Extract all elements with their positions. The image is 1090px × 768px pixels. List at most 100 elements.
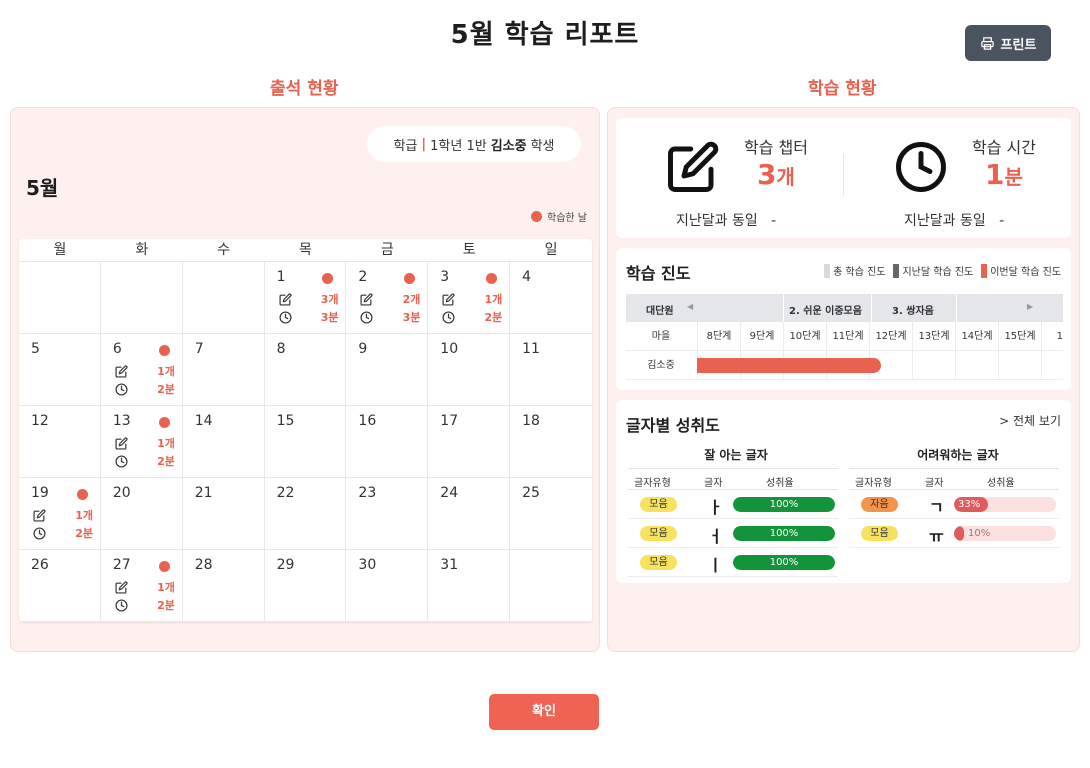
attendance-panel: 학급 | 1학년 1반 김소중 학생 5월 학습한 날 월 화 수 목 금 토 일 1 3개 3… [10, 107, 600, 652]
calendar-day[interactable]: 10 [428, 334, 511, 406]
this-month-progress-bar [697, 358, 881, 373]
rate-label: 33% [958, 499, 981, 510]
calendar-day[interactable]: 18 [510, 406, 592, 478]
group-label-1: 2. 쉬운 이중모음 [789, 306, 862, 317]
calendar-day[interactable]: 12 [19, 406, 101, 478]
calendar-day[interactable]: 22 [264, 478, 347, 550]
calendar-day[interactable]: 15 [264, 406, 347, 478]
stage-column-label: 12단계 [869, 322, 912, 351]
chapter-value: 3개 [726, 158, 826, 191]
group-label-2: 3. 쌍자음 [892, 306, 934, 317]
day-time-value: 3분 [320, 311, 339, 324]
day-time: 2분 [115, 597, 175, 613]
day-chapters: 3개 [279, 291, 339, 307]
day-time: 2분 [115, 453, 175, 469]
class-value: 1학년 1반 [430, 138, 487, 154]
time-delta: - [999, 213, 1005, 229]
calendar-day[interactable]: 30 [346, 550, 429, 622]
calendar-weekdays: 월화수목금토일 [19, 239, 592, 262]
day-number: 6 [112, 341, 122, 357]
rate-label: 100% [769, 499, 799, 510]
scroll-right-icon[interactable]: ▶ [1027, 302, 1033, 311]
glyph-type-badge: 자음 [861, 497, 898, 512]
edit-icon [33, 508, 46, 522]
stage-column-label: 14단계 [955, 322, 998, 351]
known-table-header: 글자유형 글자 성취율 [628, 468, 838, 490]
day-number: 29 [276, 557, 295, 573]
header-separator [956, 294, 957, 322]
day-number: 30 [358, 557, 377, 573]
edit-icon [360, 292, 373, 306]
day-number: 14 [194, 413, 213, 429]
calendar-day[interactable]: 27 1개 2분 [100, 550, 183, 622]
page-title: 5월 학습 리포트 [450, 20, 640, 50]
glyph-row: 모음 ㅠ 10% [849, 519, 1059, 548]
calendar-day[interactable]: 5 [19, 334, 101, 406]
legend-this: 이번달 학습 진도 [981, 263, 1061, 278]
calendar-day[interactable]: 4 [510, 262, 592, 334]
rate-label: 100% [769, 557, 799, 568]
calendar-day[interactable]: 24 [428, 478, 511, 550]
stats-divider [843, 154, 844, 196]
calendar-day[interactable]: 8 [264, 334, 347, 406]
glyph-char: ㅠ [929, 527, 944, 546]
calendar-day[interactable]: 29 [264, 550, 347, 622]
col-rate: 성취율 [766, 478, 794, 489]
calendar-day[interactable]: 25 [510, 478, 592, 550]
stage-column-label: 10단계 [783, 322, 826, 351]
day-number: 8 [276, 341, 286, 357]
legend-this-swatch [981, 263, 988, 278]
edit-icon [115, 364, 128, 378]
day-number: 23 [358, 485, 377, 501]
confirm-button[interactable]: 확인 [489, 694, 599, 730]
calendar-day[interactable]: 13 1개 2분 [100, 406, 183, 478]
student-name: 김소중 [490, 138, 527, 154]
time-label: 학습 시간 [972, 138, 1036, 157]
weekday-label: 목 [299, 242, 312, 258]
view-all-link[interactable]: > 전체 보기 [999, 412, 1061, 429]
day-time-value: 3분 [402, 311, 421, 324]
calendar-day[interactable]: 20 [100, 478, 183, 550]
print-button[interactable]: 프린트 [965, 25, 1051, 61]
calendar-day [510, 550, 592, 622]
calendar-day[interactable]: 2 2개 3분 [346, 262, 429, 334]
legend-last-label: 지난달 학습 진도 [902, 267, 974, 278]
month-label: 5월 [26, 176, 59, 200]
calendar-day[interactable]: 14 [182, 406, 265, 478]
calendar-day[interactable]: 9 [346, 334, 429, 406]
calendar-day[interactable]: 3 1개 2분 [428, 262, 511, 334]
chapter-compare: 지난달과 동일 - [676, 210, 776, 230]
calendar-day[interactable]: 28 [182, 550, 265, 622]
divider: | [421, 136, 427, 152]
calendar-day[interactable]: 17 [428, 406, 511, 478]
learning-section-title: 학습 현황 [808, 79, 877, 99]
glyph-row: 모음 ㅓ 100% [628, 519, 838, 548]
calendar-day[interactable]: 31 [428, 550, 511, 622]
chapter-label: 학습 챕터 [744, 138, 808, 157]
glyph-char: ㄱ [929, 498, 944, 517]
calendar-day[interactable]: 7 [182, 334, 265, 406]
calendar-day[interactable]: 23 [346, 478, 429, 550]
day-number: 13 [112, 413, 131, 429]
calendar-day[interactable]: 1 3개 3분 [264, 262, 347, 334]
glyph-card: 글자별 성취도 > 전체 보기 잘 아는 글자 어려워하는 글자 글자유형 글자… [616, 400, 1071, 583]
calendar-day[interactable]: 19 1개 2분 [19, 478, 101, 550]
calendar-day[interactable]: 16 [346, 406, 429, 478]
hard-glyphs-title: 어려워하는 글자 [917, 448, 999, 462]
calendar-day[interactable]: 6 1개 2분 [100, 334, 183, 406]
day-chapters-value: 3개 [320, 293, 339, 306]
chapter-unit: 개 [776, 165, 795, 189]
rate-label: 100% [769, 528, 799, 539]
day-time-value: 2분 [157, 599, 175, 612]
studied-dot-icon [158, 345, 170, 356]
scroll-left-icon[interactable]: ◀ [687, 302, 693, 311]
day-time: 2분 [442, 309, 502, 325]
student-label: 김소중 [647, 360, 675, 371]
studied-legend-label: 학습한 날 [547, 213, 587, 224]
calendar-day[interactable]: 26 [19, 550, 101, 622]
learning-panel: 학습 챕터 3개 지난달과 동일 - 학습 시간 1분 지난달과 동일 - 학습… [607, 107, 1080, 652]
calendar-day[interactable]: 21 [182, 478, 265, 550]
calendar-day[interactable]: 11 [510, 334, 592, 406]
time-compare-text: 지난달과 동일 [904, 213, 986, 229]
day-chapters-value: 1개 [157, 437, 175, 450]
